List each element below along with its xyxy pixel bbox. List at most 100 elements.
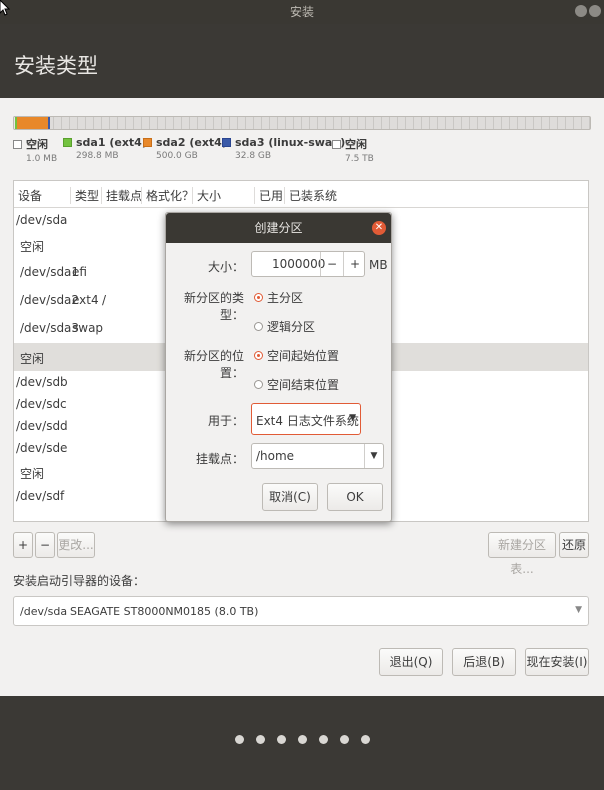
row-device: /dev/sdc — [16, 397, 67, 411]
legend-label: sda2 (ext4) — [156, 136, 227, 149]
column-header-system[interactable]: 已装系统 — [284, 187, 337, 204]
legend-size: 7.5 TB — [345, 154, 374, 164]
size-increment-button[interactable]: + — [343, 252, 366, 276]
radio-location-beginning[interactable]: 空间起始位置 — [254, 347, 339, 364]
legend-swatch — [63, 138, 72, 147]
legend-swatch — [222, 138, 231, 147]
radio-primary-partition[interactable]: 主分区 — [254, 289, 303, 306]
radio-location-end[interactable]: 空间结束位置 — [254, 376, 339, 393]
bootloader-device-model: SEAGATE ST8000NM0185 (8.0 TB) — [70, 605, 259, 618]
legend-swatch — [332, 139, 341, 149]
legend-swatch — [13, 139, 22, 149]
window-close-button[interactable] — [589, 5, 601, 17]
row-type: ext4 — [72, 293, 99, 307]
legend-item-sda3: sda3 (linux-swap) 32.8 GB — [222, 136, 345, 161]
legend-item-sda1: sda1 (ext4) 298.8 MB — [63, 136, 147, 161]
radio-unchecked-icon — [254, 380, 263, 389]
close-icon[interactable]: ✕ — [372, 221, 386, 235]
row-device: /dev/sda — [16, 213, 68, 227]
size-spinbox[interactable]: 1000000 − + — [251, 251, 365, 277]
row-device: /dev/sda2 — [20, 293, 80, 307]
partition-bar — [13, 116, 591, 130]
back-button[interactable]: 后退(B) — [452, 648, 516, 676]
remove-partition-button[interactable]: − — [35, 532, 55, 558]
quit-button[interactable]: 退出(Q) — [379, 648, 443, 676]
use-as-label: 用于： — [207, 414, 244, 428]
column-header-used[interactable]: 已用 — [254, 187, 283, 204]
row-type: swap — [72, 321, 104, 335]
mouse-cursor-icon — [0, 0, 10, 16]
progress-dot — [235, 735, 244, 744]
radio-label: 空间结束位置 — [267, 378, 340, 392]
legend-label: 空闲 — [345, 138, 367, 151]
row-type: efi — [72, 265, 87, 279]
progress-dot — [256, 735, 265, 744]
radio-unchecked-icon — [254, 322, 263, 331]
ok-button[interactable]: OK — [327, 483, 383, 511]
radio-checked-icon — [254, 351, 263, 360]
size-decrement-button[interactable]: − — [320, 252, 343, 276]
legend-label: sda3 (linux-swap) — [235, 136, 346, 149]
legend-size: 1.0 MB — [26, 154, 58, 164]
size-input[interactable]: 1000000 — [272, 257, 325, 271]
chevron-down-icon[interactable]: ▼ — [364, 444, 383, 468]
revert-button[interactable]: 还原 — [559, 532, 589, 558]
row-device: 空闲 — [20, 352, 45, 366]
radio-label: 空间起始位置 — [267, 349, 340, 363]
add-partition-button[interactable]: + — [13, 532, 33, 558]
legend-item-free-1: 空闲 1.0 MB — [13, 136, 57, 164]
legend-size: 500.0 GB — [156, 151, 198, 161]
mount-point-input[interactable]: /home — [256, 449, 294, 463]
partition-segment-sda2 — [17, 117, 48, 129]
legend-label: 空闲 — [26, 138, 48, 151]
dialog-titlebar: 创建分区 — [166, 213, 391, 243]
window-title: 安装 — [289, 5, 314, 19]
row-device: 空闲 — [20, 240, 45, 254]
table-header: 设备 类型 挂载点 格式化？ 大小 已用 已装系统 — [14, 181, 588, 208]
chevron-down-icon: ▼ — [575, 605, 582, 615]
progress-dots — [235, 735, 370, 744]
legend-label: sda1 (ext4) — [76, 136, 147, 149]
location-label: 新分区的位置： — [183, 349, 244, 380]
page-header: 安装类型 — [0, 24, 604, 98]
window-titlebar: 安装 — [0, 0, 604, 24]
column-header-device[interactable]: 设备 — [18, 187, 42, 204]
use-as-dropdown[interactable]: Ext4 日志文件系统 ▼ — [251, 403, 361, 435]
row-device: /dev/sdd — [16, 419, 68, 433]
legend-item-free-2: 空闲 7.5 TB — [332, 136, 374, 164]
create-partition-dialog: 创建分区 ✕ 大小： 1000000 − + MB 新分区的类型： 主分区 逻辑… — [165, 212, 392, 522]
radio-checked-icon — [254, 293, 263, 302]
column-header-type[interactable]: 类型 — [70, 187, 99, 204]
dialog-title: 创建分区 — [254, 221, 303, 235]
use-as-value: Ext4 日志文件系统 — [256, 414, 359, 428]
size-label: 大小： — [207, 260, 244, 274]
row-device: /dev/sda3 — [20, 321, 80, 335]
legend-size: 32.8 GB — [235, 151, 272, 161]
bootloader-device: /dev/sda — [20, 605, 68, 618]
legend-swatch — [143, 138, 152, 147]
radio-label: 主分区 — [267, 291, 304, 305]
column-header-size[interactable]: 大小 — [192, 187, 221, 204]
legend-item-sda2: sda2 (ext4) 500.0 GB — [143, 136, 227, 161]
bootloader-label: 安装启动引导器的设备： — [13, 574, 146, 588]
radio-logical-partition[interactable]: 逻辑分区 — [254, 318, 315, 335]
row-device: /dev/sdf — [16, 489, 65, 503]
size-unit: MB — [369, 258, 388, 272]
bootloader-device-select[interactable]: /dev/sda SEAGATE ST8000NM0185 (8.0 TB) ▼ — [13, 596, 589, 626]
window-minimize-button[interactable] — [575, 5, 587, 17]
mount-point-combobox[interactable]: /home ▼ — [251, 443, 384, 469]
row-device: /dev/sdb — [16, 375, 68, 389]
progress-dot — [361, 735, 370, 744]
install-now-button[interactable]: 现在安装(I) — [525, 648, 589, 676]
progress-dot — [319, 735, 328, 744]
change-partition-button[interactable]: 更改... — [57, 532, 95, 558]
progress-dot — [340, 735, 349, 744]
column-header-format[interactable]: 格式化？ — [141, 187, 194, 204]
cancel-button[interactable]: 取消(C) — [262, 483, 318, 511]
radio-label: 逻辑分区 — [267, 320, 316, 334]
page-title: 安装类型 — [14, 54, 98, 78]
mount-point-label: 挂载点： — [195, 452, 244, 466]
column-header-mount[interactable]: 挂载点 — [101, 187, 142, 204]
new-partition-table-button[interactable]: 新建分区表... — [488, 532, 556, 576]
legend-size: 298.8 MB — [76, 151, 119, 161]
